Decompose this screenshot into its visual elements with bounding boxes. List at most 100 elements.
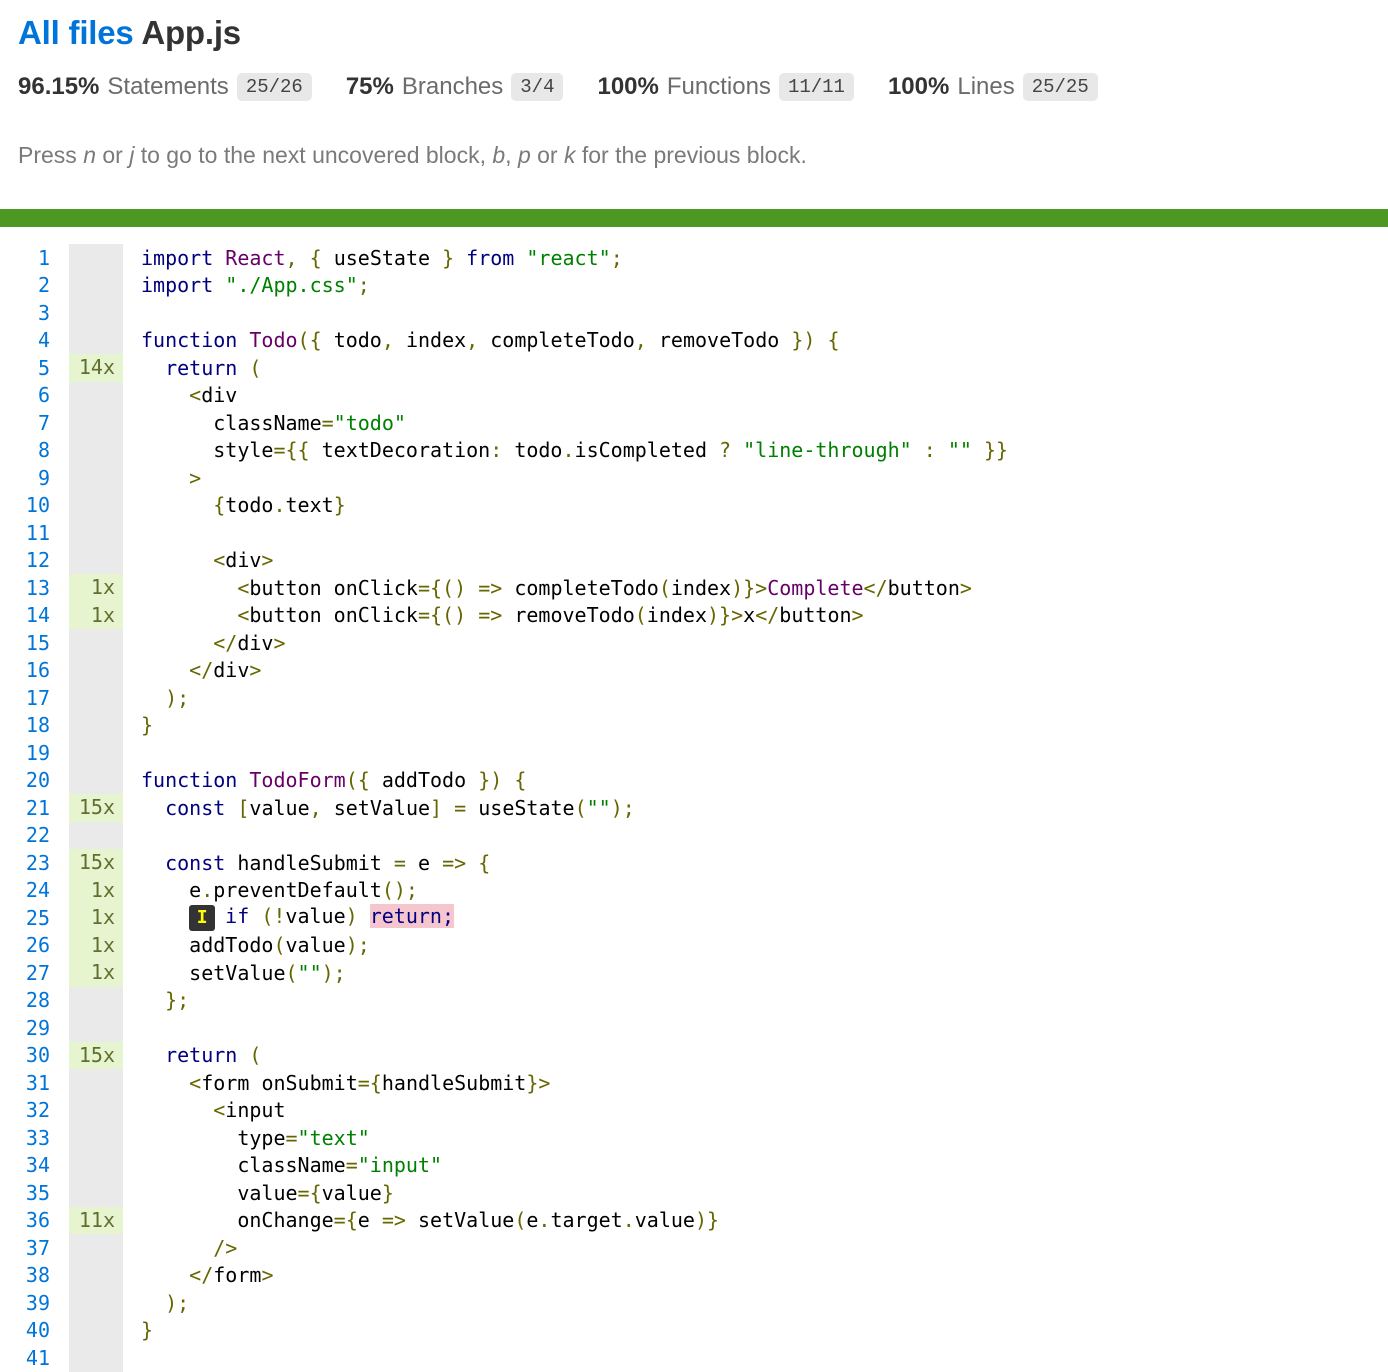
line-number-link[interactable]: 34 bbox=[0, 1153, 60, 1177]
line-number-link[interactable]: 12 bbox=[0, 548, 60, 572]
code-line: 37 /> bbox=[0, 1234, 1388, 1262]
source-code: <form onSubmit={handleSubmit}> bbox=[189, 1070, 551, 1095]
code-line: 16 </div> bbox=[0, 656, 1388, 684]
source-code-table: 1 import React, { useState } from "react"… bbox=[0, 244, 1388, 1372]
help-key-k: k bbox=[563, 142, 576, 168]
line-number-link[interactable]: 24 bbox=[0, 878, 60, 902]
line-number-link[interactable]: 14 bbox=[0, 603, 60, 627]
code-line: 24 1x e.preventDefault(); bbox=[0, 876, 1388, 904]
line-number-link[interactable]: 37 bbox=[0, 1236, 60, 1260]
line-number-link[interactable]: 25 bbox=[0, 906, 60, 930]
hit-count bbox=[69, 1316, 123, 1344]
stat-percentage: 100% bbox=[887, 73, 950, 100]
coverage-stats: 96.15% Statements 25/26 75% Branches 3/4… bbox=[18, 70, 1370, 104]
hit-count bbox=[69, 739, 123, 767]
code-line: 38 </form> bbox=[0, 1261, 1388, 1289]
line-number-link[interactable]: 19 bbox=[0, 741, 60, 765]
code-line: 5 14x return ( bbox=[0, 354, 1388, 382]
source-code: <div bbox=[189, 383, 238, 408]
uncovered-statement: return; bbox=[369, 904, 455, 929]
line-number-link[interactable]: 10 bbox=[0, 493, 60, 517]
hit-count bbox=[69, 464, 123, 492]
line-number-link[interactable]: 21 bbox=[0, 796, 60, 820]
source-code: /> bbox=[213, 1235, 238, 1260]
hit-count bbox=[69, 1124, 123, 1152]
help-fragment: , bbox=[505, 142, 518, 168]
line-number-link[interactable]: 29 bbox=[0, 1016, 60, 1040]
line-number-link[interactable]: 6 bbox=[0, 383, 60, 407]
line-number-link[interactable]: 39 bbox=[0, 1291, 60, 1315]
line-number-link[interactable]: 15 bbox=[0, 631, 60, 655]
line-number-link[interactable]: 17 bbox=[0, 686, 60, 710]
hit-count: 14x bbox=[69, 354, 123, 382]
source-code: setValue(""); bbox=[189, 960, 346, 985]
line-number-link[interactable]: 32 bbox=[0, 1098, 60, 1122]
code-line: 35 value={value} bbox=[0, 1179, 1388, 1207]
hit-count bbox=[69, 1261, 123, 1289]
hit-count bbox=[69, 821, 123, 849]
line-number-link[interactable]: 22 bbox=[0, 823, 60, 847]
source-code: return ( bbox=[165, 355, 262, 380]
line-number-link[interactable]: 13 bbox=[0, 576, 60, 600]
line-number-link[interactable]: 26 bbox=[0, 933, 60, 957]
line-number-link[interactable]: 23 bbox=[0, 851, 60, 875]
stat-percentage: 75% bbox=[345, 73, 394, 100]
line-number-link[interactable]: 4 bbox=[0, 328, 60, 352]
line-number-link[interactable]: 9 bbox=[0, 466, 60, 490]
code-line: 17 ); bbox=[0, 684, 1388, 712]
line-number-link[interactable]: 28 bbox=[0, 988, 60, 1012]
code-line: 12 <div> bbox=[0, 546, 1388, 574]
source-code: className="todo" bbox=[213, 410, 406, 435]
line-number-link[interactable]: 11 bbox=[0, 521, 60, 545]
hit-count: 1x bbox=[69, 904, 123, 932]
source-code: <button onClick={() => removeTodo(index)… bbox=[237, 603, 864, 628]
line-number-link[interactable]: 20 bbox=[0, 768, 60, 792]
code-line: 21 15x const [value, setValue] = useState… bbox=[0, 794, 1388, 822]
code-line: 29 bbox=[0, 1014, 1388, 1042]
hit-count bbox=[69, 1069, 123, 1097]
line-number-link[interactable]: 38 bbox=[0, 1263, 60, 1287]
line-number-link[interactable]: 27 bbox=[0, 961, 60, 985]
line-number-link[interactable]: 3 bbox=[0, 301, 60, 325]
line-number-link[interactable]: 18 bbox=[0, 713, 60, 737]
hit-count bbox=[69, 1151, 123, 1179]
code-line: 25 1x Iif (!value) return; bbox=[0, 904, 1388, 932]
hit-count bbox=[69, 299, 123, 327]
hit-count bbox=[69, 629, 123, 657]
stat-fraction: 11/11 bbox=[778, 73, 854, 101]
hit-count bbox=[69, 244, 123, 272]
line-number-link[interactable]: 30 bbox=[0, 1043, 60, 1067]
all-files-link[interactable]: All files bbox=[18, 14, 134, 51]
line-number-link[interactable]: 1 bbox=[0, 246, 60, 270]
line-number-link[interactable]: 2 bbox=[0, 273, 60, 297]
line-number-link[interactable]: 40 bbox=[0, 1318, 60, 1342]
hit-count bbox=[69, 766, 123, 794]
line-number-link[interactable]: 41 bbox=[0, 1346, 60, 1370]
code-line: 28 }; bbox=[0, 986, 1388, 1014]
help-key-b: b bbox=[492, 142, 506, 168]
hit-count: 1x bbox=[69, 574, 123, 602]
hit-count bbox=[69, 491, 123, 519]
coverage-status-bar bbox=[0, 209, 1388, 227]
file-name: App.js bbox=[141, 14, 241, 51]
line-number-link[interactable]: 36 bbox=[0, 1208, 60, 1232]
line-number-link[interactable]: 5 bbox=[0, 356, 60, 380]
source-code: ); bbox=[165, 1290, 190, 1315]
stat-label: Functions bbox=[666, 73, 771, 100]
help-key-p: p bbox=[517, 142, 531, 168]
line-number-link[interactable]: 16 bbox=[0, 658, 60, 682]
line-number-link[interactable]: 8 bbox=[0, 438, 60, 462]
line-number-link[interactable]: 33 bbox=[0, 1126, 60, 1150]
line-number-link[interactable]: 35 bbox=[0, 1181, 60, 1205]
code-line: 33 type="text" bbox=[0, 1124, 1388, 1152]
hit-count bbox=[69, 1234, 123, 1262]
code-line: 4 function Todo({ todo, index, completeTo… bbox=[0, 326, 1388, 354]
hit-count: 1x bbox=[69, 601, 123, 629]
code-line: 27 1x setValue(""); bbox=[0, 959, 1388, 987]
hit-count bbox=[69, 436, 123, 464]
source-code: </form> bbox=[189, 1263, 274, 1288]
source-code: function Todo({ todo, index, completeTod… bbox=[141, 328, 840, 353]
line-number-link[interactable]: 7 bbox=[0, 411, 60, 435]
code-line: 30 15x return ( bbox=[0, 1041, 1388, 1069]
line-number-link[interactable]: 31 bbox=[0, 1071, 60, 1095]
